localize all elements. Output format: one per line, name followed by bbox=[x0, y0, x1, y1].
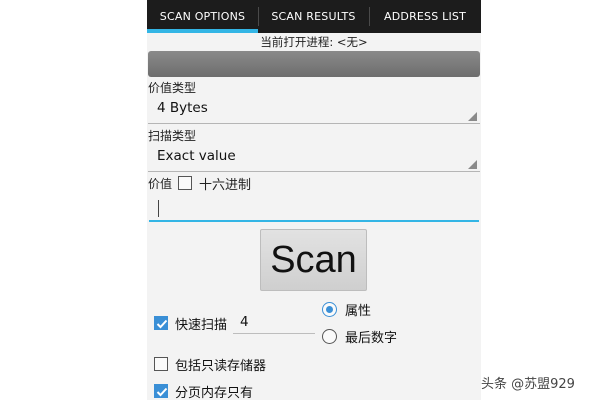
value-input[interactable] bbox=[149, 196, 479, 222]
radio-attribute-label: 属性 bbox=[345, 304, 372, 319]
readonly-memory-checkbox[interactable] bbox=[154, 357, 168, 371]
radio-attribute[interactable] bbox=[322, 302, 337, 317]
value-type-label: 价值类型 bbox=[148, 81, 197, 95]
text-caret bbox=[158, 200, 159, 217]
dropdown-arrow-icon bbox=[468, 160, 477, 169]
scan-button[interactable]: Scan bbox=[260, 229, 367, 291]
radio-last-digits-label: 最后数字 bbox=[345, 331, 398, 346]
tab-scan-results[interactable]: SCAN RESULTS bbox=[258, 0, 369, 33]
hex-checkbox[interactable] bbox=[178, 176, 192, 190]
paged-memory-label: 分页内存只有 bbox=[175, 386, 254, 400]
readonly-memory-label: 包括只读存储器 bbox=[175, 359, 267, 374]
paged-memory-checkbox[interactable] bbox=[154, 384, 168, 398]
fast-scan-alignment-input[interactable]: 4 bbox=[233, 310, 315, 334]
app-screen: SCAN OPTIONS SCAN RESULTS ADDRESS LIST 当… bbox=[147, 0, 481, 400]
value-type-selected: 4 Bytes bbox=[157, 100, 208, 116]
scan-type-dropdown[interactable]: Exact value bbox=[148, 144, 480, 172]
watermark: 头条 @苏盟929 bbox=[481, 377, 575, 392]
checkmark-icon bbox=[156, 387, 168, 397]
scan-type-label: 扫描类型 bbox=[148, 129, 197, 143]
tab-address-list[interactable]: ADDRESS LIST bbox=[369, 0, 481, 33]
active-tab-indicator bbox=[147, 29, 258, 33]
scan-type-selected: Exact value bbox=[157, 148, 236, 164]
select-process-button[interactable] bbox=[148, 51, 480, 77]
value-label: 价值 bbox=[148, 177, 173, 191]
checkmark-icon bbox=[156, 319, 168, 329]
fast-scan-value: 4 bbox=[240, 314, 249, 330]
value-type-dropdown[interactable]: 4 Bytes bbox=[148, 96, 480, 124]
current-process-label: 当前打开进程: <无> bbox=[260, 35, 368, 49]
radio-last-digits[interactable] bbox=[322, 329, 337, 344]
fast-scan-label: 快速扫描 bbox=[175, 318, 228, 333]
dropdown-arrow-icon bbox=[468, 112, 477, 121]
hex-label: 十六进制 bbox=[199, 178, 252, 193]
fast-scan-checkbox[interactable] bbox=[154, 316, 168, 330]
tab-bar: SCAN OPTIONS SCAN RESULTS ADDRESS LIST bbox=[147, 0, 481, 33]
